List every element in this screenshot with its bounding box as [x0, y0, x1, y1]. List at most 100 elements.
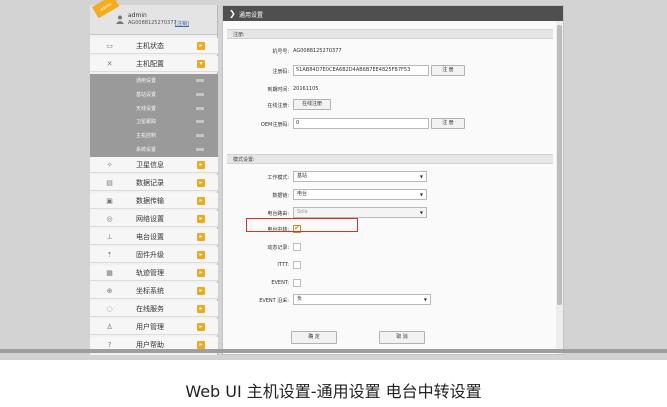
submenu-marker [196, 120, 204, 124]
sidebar-item-label: 卫星信息 [136, 161, 164, 169]
confirm-button[interactable]: 确 定 [291, 331, 337, 344]
reg-code-input[interactable]: 51AB84D7E0CEA6B2D4AB6B7EE4825FB7F53 [293, 65, 429, 76]
upgrade-icon: ⇡ [106, 251, 113, 259]
radio-route-value: Sole [297, 209, 308, 215]
data-link-select[interactable]: 电台 ▼ [293, 189, 427, 200]
sidebar-item-data-record[interactable]: ▤ 数据记录 ▸ [90, 175, 218, 191]
data-link-value: 电台 [297, 191, 308, 197]
submenu-item-general[interactable]: 通用设置 [90, 74, 218, 88]
section-title: 注册: [233, 32, 245, 38]
coordinate-icon: ⊕ [106, 287, 113, 295]
record-icon: ▤ [106, 179, 113, 187]
sidebar-item-host-config[interactable]: ✕ 主机配置 ▾ [90, 56, 218, 72]
submenu-marker [196, 92, 204, 96]
scrollbar-thumb[interactable] [557, 25, 562, 305]
chevron-down-icon: ▼ [423, 297, 427, 302]
sidebar-item-label: 数据记录 [136, 179, 164, 187]
sidebar-item-network[interactable]: ◎ 网络设置 ▸ [90, 211, 218, 227]
machine-no-label: 机号号: [272, 49, 289, 55]
expand-icon: ▸ [197, 305, 205, 313]
submenu-item-satellite-track[interactable]: 卫星跟踪 [90, 115, 218, 129]
cancel-button[interactable]: 取 消 [379, 331, 425, 344]
submenu-label: 卫星跟踪 [136, 119, 157, 126]
sidebar-item-coordinate[interactable]: ⊕ 坐标系统 ▸ [90, 283, 218, 299]
sidebar-item-host-status[interactable]: ▭ 主机状态 ▸ [90, 38, 218, 54]
horizontal-scrollbar[interactable] [0, 349, 667, 353]
online-reg-label: 在线注册: [267, 103, 289, 109]
submenu-marker [196, 79, 204, 82]
page-title: 通用设置 [239, 12, 264, 19]
user-id: AG0088125270377 [128, 20, 177, 26]
machine-no-value: AG0088125270377 [293, 48, 342, 54]
sidebar: admin admin AG0088125270377 [注销] ▭ 主机状态 … [90, 0, 218, 355]
sidebar-item-data-transfer[interactable]: ▣ 数据传输 ▸ [90, 193, 218, 209]
sidebar-item-label: 轨迹管理 [136, 269, 164, 277]
dynamic-record-label: 动态记录: [267, 245, 289, 251]
caption: Web UI 主机设置-通用设置 电台中转设置 [185, 382, 482, 401]
chevron-down-icon: ▼ [419, 192, 423, 197]
sidebar-item-radio[interactable]: ⊥ 电台设置 ▸ [90, 229, 218, 245]
work-mode-value: 基站 [297, 173, 308, 179]
sidebar-item-firmware[interactable]: ⇡ 固件升级 ▸ [90, 247, 218, 263]
online-register-button[interactable]: 在线注册 [293, 99, 331, 110]
user-icon [116, 15, 124, 24]
submenu-label: 系统设置 [136, 147, 157, 153]
ittt-checkbox[interactable] [293, 261, 301, 269]
sidebar-item-label: 坐标系统 [136, 287, 164, 295]
expand-icon: ▸ [197, 341, 205, 349]
dynamic-record-checkbox[interactable] [293, 243, 301, 251]
user-manage-icon: ♙ [106, 323, 113, 331]
sidebar-item-track[interactable]: ▦ 轨迹管理 ▸ [90, 265, 218, 281]
oem-register-button[interactable]: 注 册 [431, 118, 465, 129]
main-panel: ❯ 通用设置 注册: 机号号: AG0088125270377 注册码: 51A… [222, 5, 564, 355]
submenu-label: 天线设置 [136, 105, 157, 112]
submenu-item-antenna[interactable]: 天线设置 [90, 102, 218, 116]
register-button[interactable]: 注 册 [431, 65, 465, 76]
submenu-item-system[interactable]: 系统设置 [90, 143, 218, 157]
monitor-icon: ▭ [106, 42, 113, 50]
data-link-label: 数据链: [272, 193, 289, 199]
oem-label: OEM注册码: [260, 122, 289, 128]
expand-icon: ▸ [197, 179, 205, 187]
oem-input[interactable]: 0 [293, 118, 429, 129]
event-edge-select[interactable]: 负 ▼ [293, 294, 431, 305]
sidebar-item-online-service[interactable]: ◌ 在线服务 ▸ [90, 301, 218, 317]
event-checkbox[interactable] [293, 279, 301, 287]
chevron-down-icon: ▼ [419, 174, 423, 179]
network-icon: ◎ [106, 215, 113, 223]
section-register: 注册: [227, 29, 553, 39]
user-panel: admin admin AG0088125270377 [注销] [90, 0, 217, 35]
submenu-item-host-control[interactable]: 主机控制 [90, 129, 218, 143]
sidebar-item-satellite-info[interactable]: ✧ 卫星信息 ▸ [90, 157, 218, 173]
expand-icon: ▸ [197, 215, 205, 223]
expire-label: 到期时间: [267, 87, 289, 93]
submenu-label: 通用设置 [136, 78, 157, 84]
work-mode-label: 工作模式: [267, 175, 289, 181]
expand-icon: ▸ [197, 42, 205, 50]
event-edge-value: 负 [297, 296, 303, 302]
tools-icon: ✕ [106, 60, 113, 68]
logout-link[interactable]: [注销] [175, 20, 189, 27]
submenu-item-base[interactable]: 基站设置 [90, 88, 218, 102]
event-label: EVENT: [271, 280, 289, 286]
satellite-icon: ✧ [106, 161, 113, 169]
sidebar-item-label: 主机状态 [136, 42, 164, 50]
online-icon: ◌ [106, 305, 113, 313]
radio-icon: ⊥ [106, 233, 113, 241]
sidebar-item-label: 数据传输 [136, 197, 164, 205]
expand-icon: ▸ [197, 197, 205, 205]
collapse-icon: ▾ [197, 60, 205, 68]
work-mode-select[interactable]: 基站 ▼ [293, 171, 427, 182]
sidebar-item-user-manage[interactable]: ♙ 用户管理 ▸ [90, 319, 218, 335]
expire-value: 20161105 [293, 86, 319, 92]
expand-icon: ▸ [197, 269, 205, 277]
radio-route-select[interactable]: Sole ▼ [293, 207, 427, 218]
highlight-box [246, 218, 358, 232]
browser-frame: admin admin AG0088125270377 [注销] ▭ 主机状态 … [0, 0, 667, 360]
scrollbar[interactable] [556, 21, 563, 354]
chevron-down-icon: ▼ [419, 210, 423, 215]
expand-icon: ▸ [197, 287, 205, 295]
chevron-right-icon: ❯ [229, 9, 236, 18]
reg-code-label: 注册码: [272, 69, 289, 75]
sidebar-item-label: 主机配置 [136, 60, 164, 68]
